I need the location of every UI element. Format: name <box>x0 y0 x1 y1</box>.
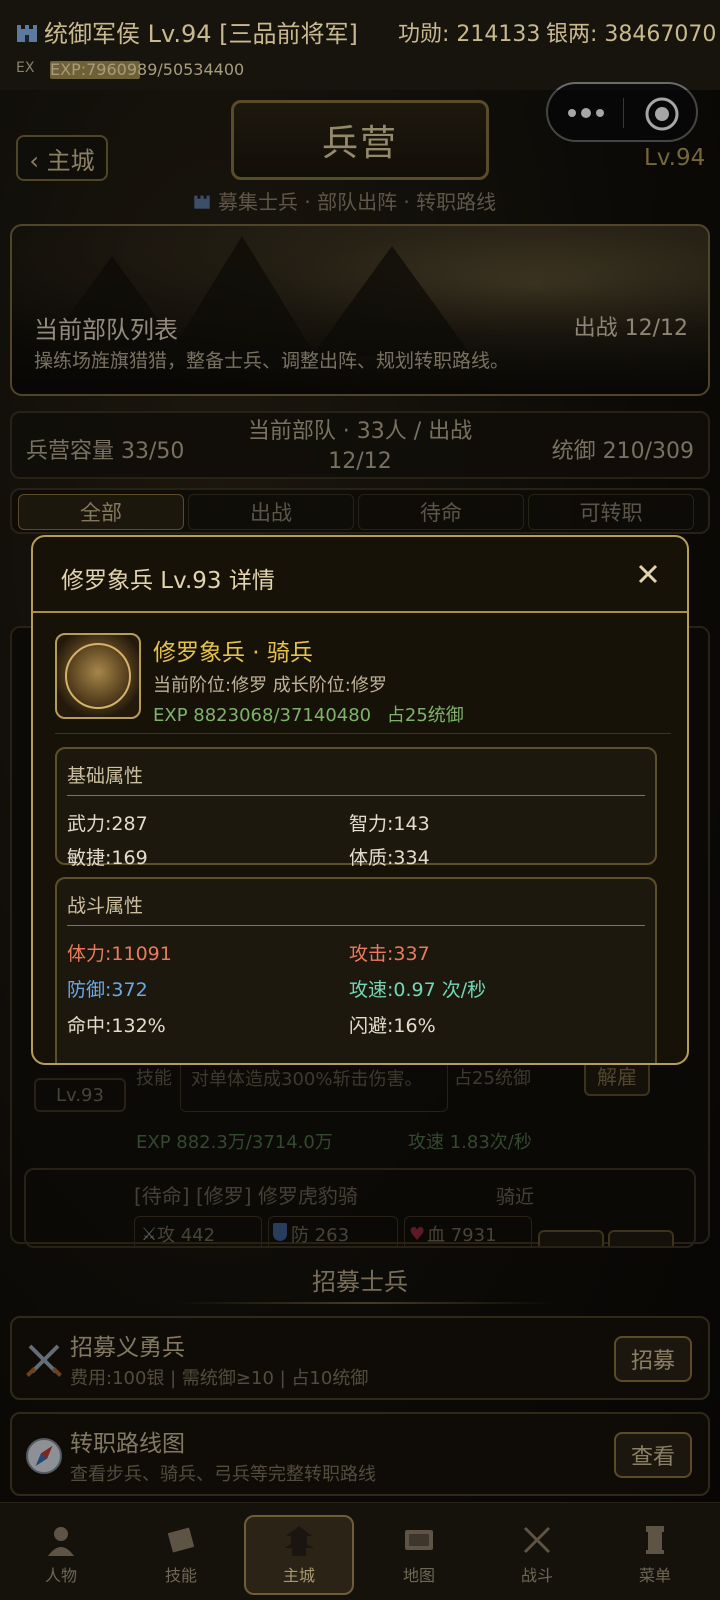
attr-strength: 武力:287 <box>67 813 148 835</box>
attr-defense: 防御:372 <box>67 979 148 1001</box>
basic-attributes-header: 基础属性 <box>67 765 144 787</box>
nav-label: 主城 <box>282 1566 315 1585</box>
nav-skills[interactable]: 技能 <box>126 1515 236 1595</box>
unit-exp: EXP 8823068/37140480 <box>153 705 372 726</box>
nav-character[interactable]: 人物 <box>6 1515 116 1595</box>
modal-header: 修罗象兵 Lv.93 详情 <box>33 537 687 613</box>
exp-text: EXP:7960989/50534400 <box>50 60 245 79</box>
unit-exp-line: EXP 8823068/37140480 占25统御 <box>153 701 464 727</box>
silver-value: 银两: 38467070 <box>546 22 717 47</box>
attr-constitution: 体质:334 <box>349 847 430 869</box>
nav-label: 人物 <box>44 1566 77 1585</box>
unit-name: 修罗象兵 · 骑兵 <box>153 640 313 666</box>
map-icon <box>405 1530 433 1550</box>
nav-map[interactable]: 地图 <box>364 1515 474 1595</box>
nav-main-city[interactable]: 主城 <box>244 1515 354 1595</box>
unit-tier: 当前阶位:修罗 成长阶位:修罗 <box>153 675 387 696</box>
character-icon <box>48 1527 74 1556</box>
close-icon[interactable] <box>637 563 659 585</box>
crossed-swords-icon <box>523 1526 551 1554</box>
scroll-icon <box>167 1527 195 1553</box>
attr-attack: 攻击:337 <box>349 943 430 965</box>
nav-label: 战斗 <box>520 1566 553 1585</box>
player-title-row: 统御军侯 Lv.94 [三品前将军] <box>14 14 358 49</box>
nav-menu[interactable]: 菜单 <box>600 1515 710 1595</box>
player-title: 统御军侯 Lv.94 [三品前将军] <box>44 20 358 48</box>
castle-icon <box>17 24 37 42</box>
nav-battle[interactable]: 战斗 <box>482 1515 592 1595</box>
header-underline <box>67 795 645 796</box>
attr-hit: 命中:132% <box>67 1015 166 1037</box>
unit-command-occupy: 占25统御 <box>386 705 464 726</box>
modal-title: 修罗象兵 Lv.93 详情 <box>61 568 275 594</box>
combat-attributes-header: 战斗属性 <box>67 895 144 917</box>
bottom-navigation: 人物 技能 主城 地图 战斗 菜单 <box>0 1502 720 1600</box>
basic-attributes: 基础属性 武力:287 智力:143 敏捷:169 体质:334 <box>55 747 657 869</box>
nav-label: 地图 <box>402 1566 435 1585</box>
player-status-bar: 统御军侯 Lv.94 [三品前将军] 功勋: 214133 银两: 384670… <box>0 0 720 90</box>
attr-dodge: 闪避:16% <box>349 1015 436 1037</box>
merit-value: 功勋: 214133 <box>398 22 541 47</box>
nav-label: 菜单 <box>638 1566 671 1585</box>
unit-detail-modal: 修罗象兵 Lv.93 详情 修罗象兵 · 骑兵 当前阶位:修罗 成长阶位:修罗 … <box>31 535 689 1065</box>
header-underline <box>67 925 645 926</box>
combat-attributes: 战斗属性 体力:11091 攻击:337 防御:372 攻速:0.97 次/秒 … <box>55 877 657 1063</box>
unit-portrait <box>55 633 141 719</box>
ex-label: EX <box>16 60 35 76</box>
attr-agility: 敏捷:169 <box>67 847 148 869</box>
attr-hp: 体力:11091 <box>67 943 172 965</box>
attr-intelligence: 智力:143 <box>349 813 430 835</box>
nav-label: 技能 <box>164 1566 197 1585</box>
menu-icon <box>646 1526 664 1554</box>
attr-attack-speed: 攻速:0.97 次/秒 <box>349 979 487 1001</box>
modal-divider <box>55 733 671 734</box>
pagoda-icon <box>284 1526 314 1556</box>
